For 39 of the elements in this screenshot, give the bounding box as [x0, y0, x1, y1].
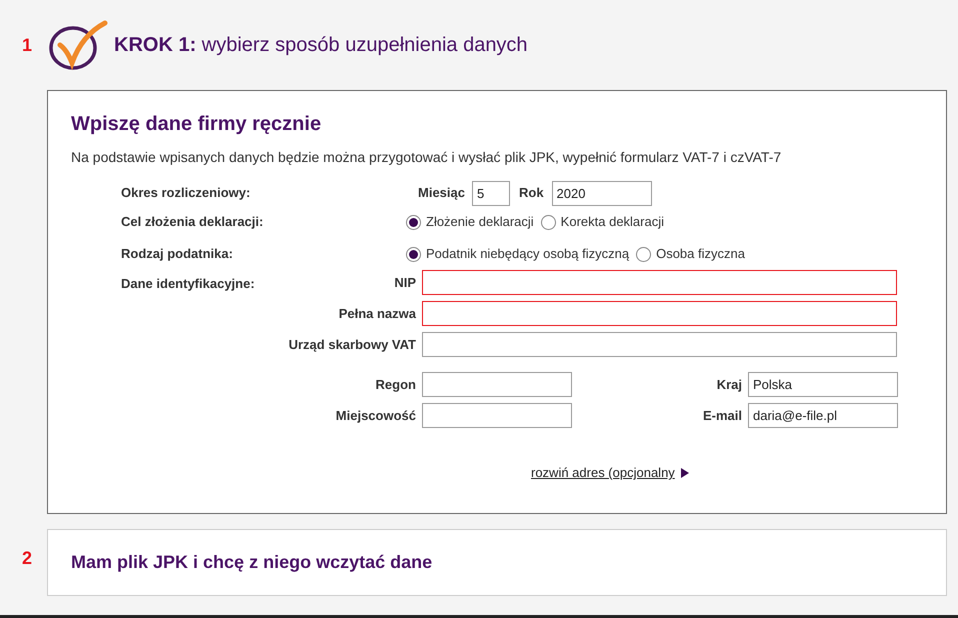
- step-number: 2: [22, 547, 34, 570]
- triangle-right-icon: [680, 468, 689, 478]
- radio-button[interactable]: [540, 214, 556, 230]
- step-number: 1: [22, 34, 34, 56]
- radio-label: Złożenie deklaracji: [426, 213, 534, 232]
- field-label: Kraj: [716, 376, 742, 394]
- input-field[interactable]: [422, 403, 572, 428]
- radio-button[interactable]: [636, 246, 652, 262]
- field-label: Rodzaj podatnika:: [121, 245, 234, 264]
- input-field[interactable]: [422, 270, 897, 295]
- radio-label: Osoba fizyczna: [656, 245, 745, 264]
- radio-button[interactable]: [406, 214, 421, 230]
- input-field[interactable]: [422, 332, 897, 357]
- field-label: Rok: [518, 184, 544, 202]
- checkmark-logo-icon: [48, 19, 108, 71]
- step-heading: KROK 1: wybierz sposób uzupełnienia danych: [114, 33, 528, 58]
- radio-button[interactable]: [406, 246, 421, 262]
- field-label: Urząd skarbowy VAT: [288, 336, 416, 354]
- field-label: Cel złożenia deklaracji:: [121, 213, 264, 232]
- radio-label: Podatnik niebędący osobą fizyczną: [426, 245, 630, 264]
- field-label: Pełna nazwa: [338, 304, 416, 323]
- field-label: Miesiąc: [418, 184, 465, 202]
- input-field[interactable]: 5: [472, 180, 510, 206]
- field-label: Regon: [376, 376, 416, 394]
- expand-address-link[interactable]: rozwiń adres (opcjonalny: [531, 463, 675, 482]
- card-title: Wpiszę dane firmy ręcznie: [71, 112, 322, 137]
- field-label: NIP: [394, 274, 416, 292]
- input-field[interactable]: [422, 301, 897, 326]
- radio-label: Korekta deklaracji: [560, 213, 664, 232]
- field-label: Dane identyfikacyjne:: [121, 275, 256, 293]
- input-field[interactable]: Polska: [748, 372, 898, 397]
- field-label: Miejscowość: [336, 406, 416, 425]
- field-label: E-mail: [702, 406, 742, 425]
- card-title: Mam plik JPK i chcę z niego wczytać dane: [71, 551, 432, 574]
- input-field[interactable]: daria@e-file.pl: [748, 403, 898, 428]
- input-field[interactable]: [422, 372, 572, 397]
- field-label: Okres rozliczeniowy:: [121, 184, 252, 202]
- input-field[interactable]: 2020: [552, 180, 652, 206]
- card-description: Na podstawie wpisanych danych będzie można przygotować i wysłać plik JPK, wypełnić formularz VAT-7 i czVAT-7: [71, 148, 782, 167]
